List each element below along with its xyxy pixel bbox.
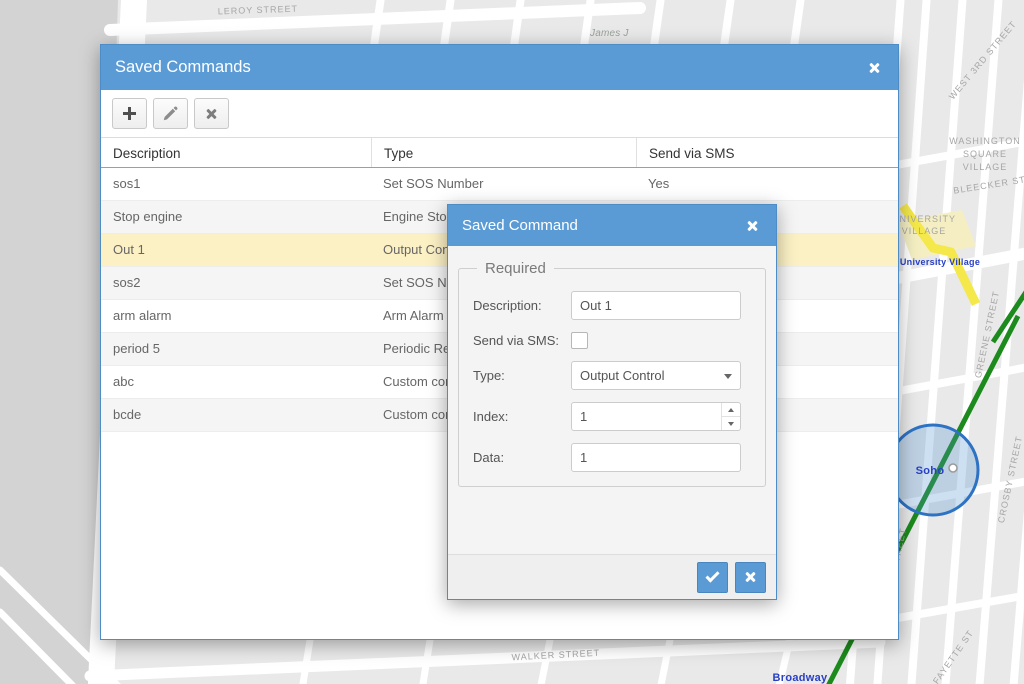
map-label: SQUARE bbox=[963, 149, 1007, 159]
data-field-row: Data: bbox=[473, 443, 751, 472]
saved-commands-close-button[interactable] bbox=[864, 58, 884, 78]
delete-command-button[interactable] bbox=[194, 98, 229, 129]
sms-field-row: Send via SMS: bbox=[473, 332, 751, 349]
stepper-down-button[interactable] bbox=[722, 417, 740, 430]
index-field-row: Index: bbox=[473, 402, 751, 431]
cell-sms: Yes bbox=[636, 168, 898, 200]
map-label: VILLAGE bbox=[902, 226, 947, 236]
chevron-down-icon bbox=[724, 374, 732, 379]
type-select[interactable]: Output Control bbox=[571, 361, 741, 390]
cell-type: Set SOS Number bbox=[371, 168, 636, 200]
cell-description: arm alarm bbox=[101, 300, 371, 332]
map-label: UNIVERSITY bbox=[892, 214, 956, 224]
sms-label: Send via SMS: bbox=[473, 333, 571, 348]
saved-command-body: Required Description: Send via SMS: Type… bbox=[448, 246, 776, 554]
commands-toolbar bbox=[101, 90, 898, 137]
saved-commands-title: Saved Commands bbox=[115, 58, 864, 77]
map-label-soho: Soho bbox=[916, 465, 945, 477]
required-legend: Required bbox=[477, 260, 554, 277]
saved-command-header: Saved Command bbox=[448, 205, 776, 246]
saved-command-close-button[interactable] bbox=[742, 216, 762, 236]
saved-commands-header: Saved Commands bbox=[101, 45, 898, 90]
edit-command-button[interactable] bbox=[153, 98, 188, 129]
data-label: Data: bbox=[473, 450, 571, 465]
cell-description: period 5 bbox=[101, 333, 371, 365]
saved-command-footer bbox=[448, 554, 776, 599]
plus-icon bbox=[123, 107, 136, 120]
saved-command-dialog: Saved Command Required Description: Send… bbox=[447, 204, 777, 600]
map-label: VILLAGE bbox=[963, 162, 1008, 172]
close-icon bbox=[868, 62, 880, 74]
type-select-value: Output Control bbox=[580, 368, 665, 383]
pencil-icon bbox=[163, 106, 178, 121]
map-point-marker bbox=[949, 464, 957, 472]
cell-description: bcde bbox=[101, 399, 371, 431]
cell-description: Stop engine bbox=[101, 201, 371, 233]
column-header-sms[interactable]: Send via SMS bbox=[636, 138, 898, 167]
table-row[interactable]: sos1 Set SOS Number Yes bbox=[101, 168, 898, 201]
cancel-button[interactable] bbox=[735, 562, 766, 593]
index-stepper bbox=[571, 402, 741, 431]
map-label: WASHINGTON bbox=[949, 136, 1021, 146]
index-label: Index: bbox=[473, 409, 571, 424]
cell-description: sos2 bbox=[101, 267, 371, 299]
close-icon bbox=[746, 220, 758, 232]
required-fieldset: Required Description: Send via SMS: Type… bbox=[458, 260, 766, 487]
confirm-button[interactable] bbox=[697, 562, 728, 593]
saved-command-title: Saved Command bbox=[462, 217, 742, 234]
cell-description: Out 1 bbox=[101, 234, 371, 266]
description-label: Description: bbox=[473, 298, 571, 313]
index-input[interactable] bbox=[572, 403, 721, 430]
table-header-row: Description Type Send via SMS bbox=[101, 137, 898, 168]
map-label: University Village bbox=[900, 257, 980, 267]
delete-cross-icon bbox=[206, 108, 218, 120]
type-field-row: Type: Output Control bbox=[473, 361, 751, 390]
cell-description: sos1 bbox=[101, 168, 371, 200]
column-header-description[interactable]: Description bbox=[101, 138, 371, 167]
description-field-row: Description: bbox=[473, 291, 751, 320]
column-header-type[interactable]: Type bbox=[371, 138, 636, 167]
stepper-up-button[interactable] bbox=[722, 403, 740, 417]
triangle-up-icon bbox=[728, 408, 734, 412]
description-input[interactable] bbox=[571, 291, 741, 320]
map-label-broadway: Broadway bbox=[773, 672, 829, 684]
check-icon bbox=[705, 568, 719, 582]
stepper-buttons bbox=[721, 403, 740, 430]
sms-checkbox[interactable] bbox=[571, 332, 588, 349]
triangle-down-icon bbox=[728, 422, 734, 426]
map-label: James J bbox=[589, 28, 629, 39]
cell-description: abc bbox=[101, 366, 371, 398]
add-command-button[interactable] bbox=[112, 98, 147, 129]
cancel-cross-icon bbox=[745, 571, 757, 583]
data-input[interactable] bbox=[571, 443, 741, 472]
type-label: Type: bbox=[473, 368, 571, 383]
